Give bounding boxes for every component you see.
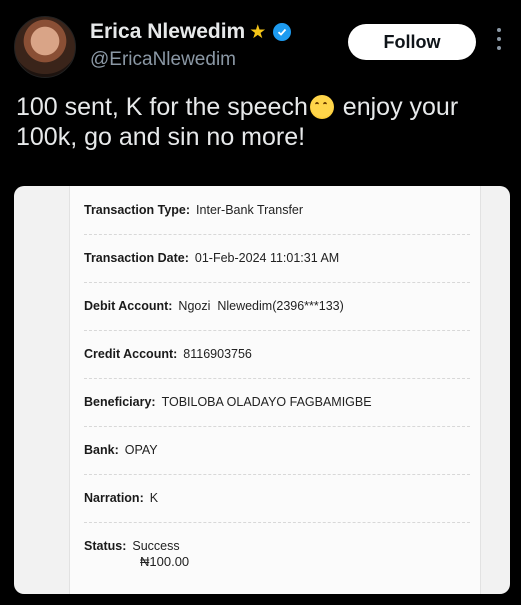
name-row: Erica Nlewedim ★ [90,20,292,44]
verified-badge-icon[interactable] [273,23,292,41]
receipt-value: Ngozi Nlewedim(2396***133) [178,299,344,313]
tweet-text: 100 sent, K for the speech enjoy your 10… [16,92,511,152]
receipt-label: Transaction Date: [84,251,189,265]
receipt-value: Inter-Bank Transfer [196,203,304,217]
receipt-value: K [149,491,159,505]
tweet-text-part-1: 100 sent, K for the speech [16,93,308,121]
receipt-value: 8116903756 [183,347,252,361]
receipt-label: Status: [84,539,127,553]
tweet-header: Erica Nlewedim ★ @EricaNlewedim Follow [14,16,511,82]
receipt-row-beneficiary: Beneficiary: TOBILOBA OLADAYO FAGBAMIGBE [84,378,470,427]
transaction-receipt: Transaction Type: Inter-Bank Transfer Tr… [69,186,481,594]
receipt-row-transaction-type: Transaction Type: Inter-Bank Transfer [84,186,470,235]
attached-image[interactable]: Transaction Type: Inter-Bank Transfer Tr… [14,186,510,594]
more-options-icon[interactable] [497,28,503,50]
hand-over-mouth-emoji-icon [309,95,334,119]
receipt-value: OPAY [124,443,158,457]
receipt-row-credit-account: Credit Account: 8116903756 [84,330,470,379]
display-name[interactable]: Erica Nlewedim [90,20,245,44]
receipt-label: Transaction Type: [84,203,191,217]
receipt-label: Bank: [84,443,119,457]
receipt-value: TOBILOBA OLADAYO FAGBAMIGBE [161,395,372,409]
receipt-row-debit-account: Debit Account: Ngozi Nlewedim(2396***133… [84,282,470,331]
avatar[interactable] [14,16,76,78]
user-handle[interactable]: @EricaNlewedim [90,49,236,71]
receipt-label: Credit Account: [84,347,178,361]
receipt-label: Narration: [84,491,144,505]
receipt-row-transaction-date: Transaction Date: 01-Feb-2024 11:01:31 A… [84,234,470,283]
receipt-label: Beneficiary: [84,395,156,409]
receipt-label: Debit Account: [84,299,173,313]
receipt-value: 01-Feb-2024 11:01:31 AM [194,251,340,265]
receipt-amount: ₦100.00 [140,554,190,569]
receipt-row-narration: Narration: K [84,474,470,523]
star-icon: ★ [249,21,267,43]
receipt-value: Success [132,539,180,553]
receipt-row-bank: Bank: OPAY [84,426,470,475]
follow-button[interactable]: Follow [348,24,476,60]
